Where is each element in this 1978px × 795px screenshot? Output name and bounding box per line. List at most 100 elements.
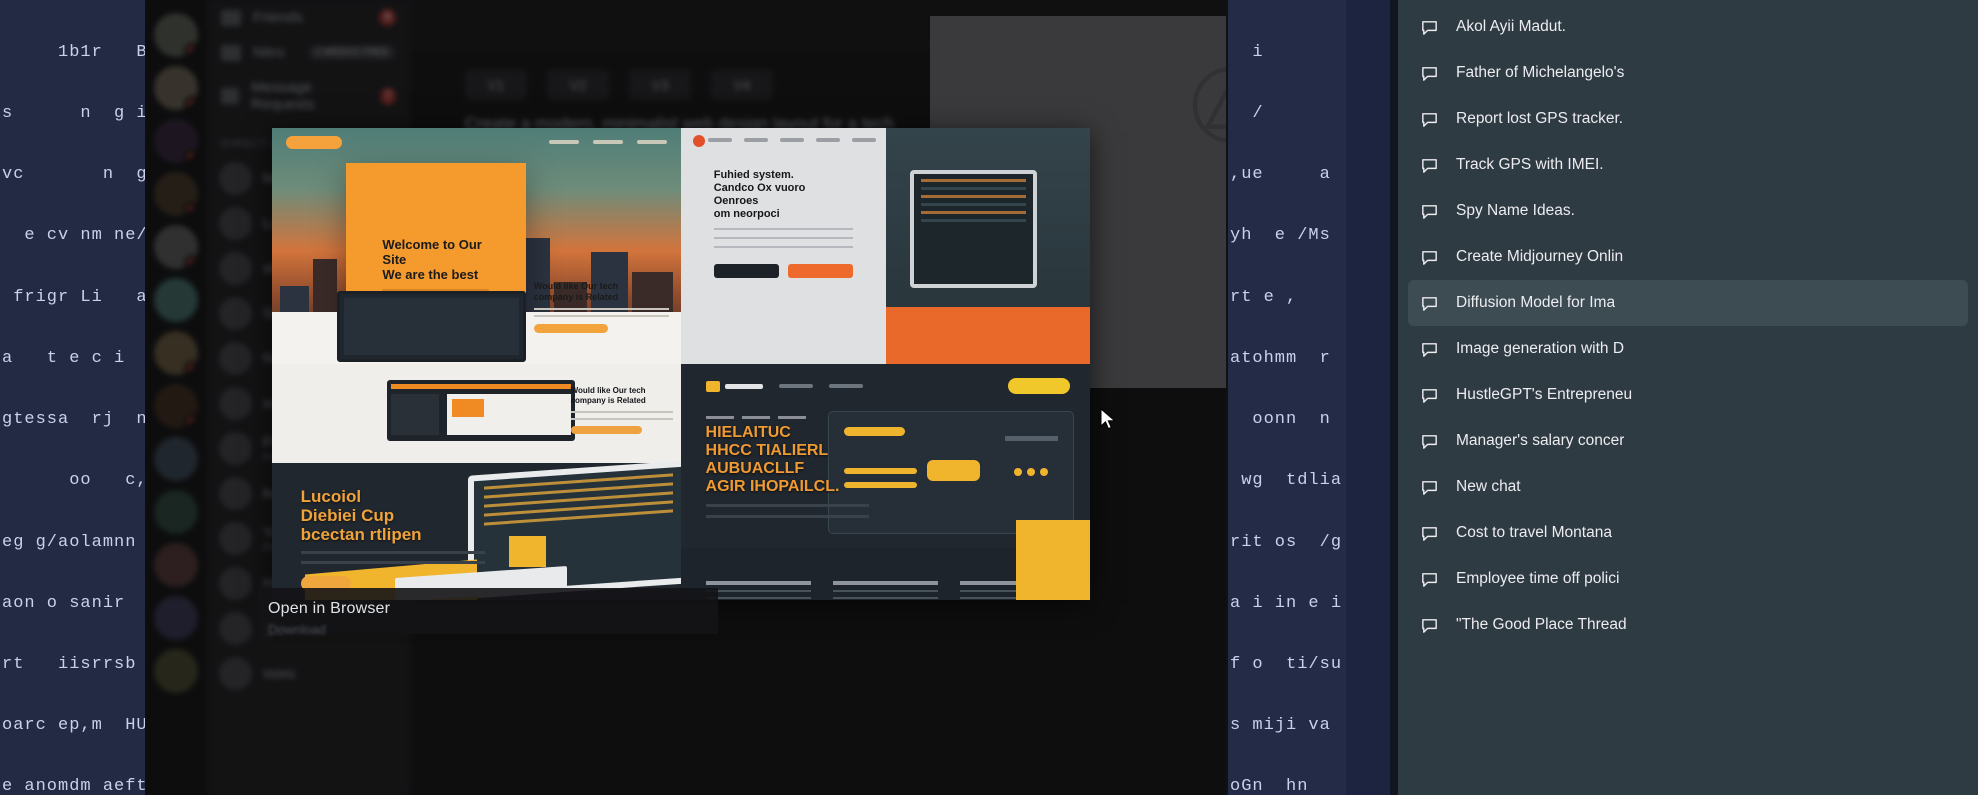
q2-headline-l1: Fuhied system.	[713, 168, 794, 181]
server-icon[interactable]	[154, 437, 198, 481]
chat-history-label: Akol Ayii Madut.	[1456, 18, 1566, 35]
variant-button-v2[interactable]: V2	[547, 70, 609, 100]
friends-icon	[221, 9, 241, 26]
code-line: oo c,bo	[69, 471, 145, 491]
context-menu-item-download[interactable]: Download	[268, 622, 326, 637]
hero-headline-l2: We are the best	[382, 267, 479, 282]
sidebar-item-nitro[interactable]: Nitro 2 WEEKS FREE	[207, 35, 410, 70]
mock-nav-links	[681, 138, 886, 142]
chat-bubble-icon	[1420, 570, 1439, 589]
grid-quadrant-2[interactable]: Fuhied system. Candco Ox vuoro Oenroes o…	[681, 128, 1090, 364]
chat-history-item[interactable]: Manager's salary concer	[1408, 418, 1968, 464]
code-line: oarc ep,m HU	[2, 716, 145, 736]
mock-nav-links	[549, 140, 667, 144]
midjourney-image-grid[interactable]: Welcome to Our Site We are the best Woul…	[272, 128, 1090, 600]
dm-list-item[interactable]: vuvu	[207, 651, 410, 696]
chat-history-item[interactable]: New chat	[1408, 464, 1968, 510]
variant-button-v3[interactable]: V3	[629, 70, 691, 100]
q3-headline-l2: Diebiei Cup	[300, 505, 395, 525]
chat-history-label: Create Midjourney Onlin	[1456, 248, 1624, 265]
message-requests-badge: 7	[380, 87, 396, 105]
code-line: e cv nm ne/	[2, 226, 145, 246]
chat-history-item[interactable]: Spy Name Ideas.	[1408, 188, 1968, 234]
code-line: eg g/aolamnn	[2, 532, 137, 552]
chat-history-item[interactable]: Create Midjourney Onlin	[1408, 234, 1968, 280]
chat-bubble-icon	[1420, 340, 1439, 359]
chat-history-item[interactable]: Akol Ayii Madut.	[1408, 4, 1968, 50]
grid-quadrant-1[interactable]: Welcome to Our Site We are the best Woul…	[272, 128, 681, 364]
grid-quadrant-4[interactable]: HIELAITUC HHCC TIALIERL AUBUACLLF AGIR I…	[681, 364, 1090, 600]
text-line	[533, 308, 669, 311]
code-line: 1b1r B	[2, 42, 145, 62]
chat-history-sidebar: Akol Ayii Madut. Father of Michelangelo'…	[1398, 0, 1978, 795]
server-icon[interactable]	[154, 649, 198, 693]
q3-top-headline: Would like Our tech company is Related	[571, 386, 673, 406]
chat-history-item[interactable]: Cost to travel Montana	[1408, 510, 1968, 556]
sidebar-item-message-requests[interactable]: Message Requests 7	[207, 70, 410, 122]
server-icon[interactable]	[154, 596, 198, 640]
hero-headline-l1: Welcome to Our Site	[382, 237, 482, 267]
grid-quadrant-3[interactable]: Would like Our tech company is Related L…	[272, 364, 681, 600]
avatar	[219, 387, 252, 420]
discord-server-rail[interactable]	[145, 0, 207, 795]
server-icon[interactable]	[154, 66, 198, 110]
code-line: f o ti/su	[1230, 655, 1343, 674]
code-line: oonn n	[1230, 410, 1331, 430]
chat-bubble-icon	[1420, 478, 1439, 497]
mock-monitor	[386, 379, 575, 442]
q3-top-l2: company is Related	[570, 395, 646, 405]
avatar	[219, 432, 252, 465]
server-icon[interactable]	[154, 13, 198, 57]
avatar	[219, 297, 252, 330]
chat-history-item[interactable]: "The Good Place Thread	[1408, 602, 1968, 648]
server-icon[interactable]	[154, 384, 198, 428]
mock-nav-link	[828, 384, 863, 389]
chat-history-label: HustleGPT's Entrepreneu	[1456, 386, 1633, 403]
server-icon[interactable]	[154, 543, 198, 587]
code-line: rit os /g	[1230, 532, 1343, 552]
avatar	[219, 252, 252, 285]
sidebar-item-friends[interactable]: Friends 9	[207, 0, 410, 35]
chat-history-label: Cost to travel Montana	[1456, 524, 1612, 541]
chat-history-item-active[interactable]: Diffusion Model for Ima	[1408, 280, 1968, 326]
chat-history-item[interactable]: Image generation with D	[1408, 326, 1968, 372]
avatar	[219, 162, 252, 195]
mock-copy: Would like Our tech company is Related	[570, 386, 673, 434]
q2-headline: Fuhied system. Candco Ox vuoro Oenroes o…	[714, 169, 853, 221]
code-panel-shadow-strip	[1346, 0, 1390, 795]
variant-button-v4[interactable]: V4	[711, 70, 773, 100]
chat-history-item[interactable]: Employee time off polici	[1408, 556, 1968, 602]
nitro-label: Nitro	[253, 44, 285, 61]
screen-root: Friends 9 Nitro 2 WEEKS FREE Message Req…	[0, 0, 1978, 795]
text-line	[533, 315, 669, 318]
server-icon[interactable]	[154, 119, 198, 163]
text-line	[570, 417, 673, 420]
chat-history-item[interactable]: Father of Michelangelo's	[1408, 50, 1968, 96]
code-line: rt e ,	[1230, 287, 1298, 307]
code-line: vc n gi/	[2, 165, 145, 185]
friends-label: Friends	[253, 9, 304, 26]
mock-top-section: Would like Our tech company is Related	[272, 364, 681, 464]
chat-history-label: Diffusion Model for Ima	[1456, 294, 1616, 311]
avatar	[219, 207, 252, 240]
server-icon[interactable]	[154, 172, 198, 216]
code-line: yh e /Ms	[1230, 226, 1331, 246]
server-icon[interactable]	[154, 278, 198, 322]
chat-bubble-icon	[1420, 156, 1439, 175]
text-line	[705, 503, 870, 507]
mock-logo	[705, 380, 763, 392]
chat-history-item[interactable]: Track GPS with IMEI.	[1408, 142, 1968, 188]
mail-icon	[221, 88, 240, 104]
hero-headline: Welcome to Our Site We are the best	[382, 237, 488, 282]
q4-headline-l4: AGIR IHOPAILCL.	[705, 477, 840, 495]
server-icon[interactable]	[154, 490, 198, 534]
chat-history-item[interactable]: Report lost GPS tracker.	[1408, 96, 1968, 142]
context-menu-item-open-in-browser[interactable]: Open in Browser	[268, 600, 390, 618]
mock-monitor	[337, 290, 526, 362]
server-icon[interactable]	[154, 225, 198, 269]
chat-history-item[interactable]: HustleGPT's Entrepreneu	[1408, 372, 1968, 418]
server-icon[interactable]	[154, 331, 198, 375]
code-line: e anomdm aeft	[2, 777, 145, 795]
variant-button-v1[interactable]: V1	[465, 70, 527, 100]
text-line	[300, 560, 485, 564]
